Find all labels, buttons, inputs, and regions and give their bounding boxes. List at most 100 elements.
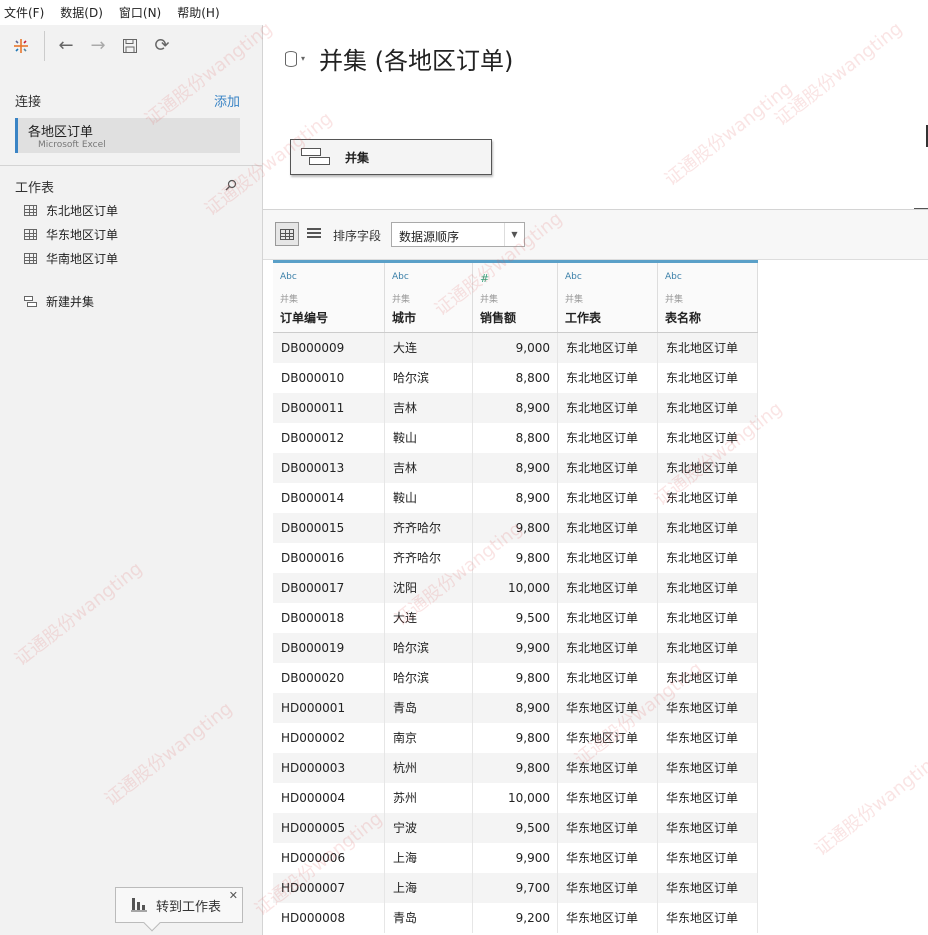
field-type-icon[interactable]: Abc bbox=[392, 272, 472, 284]
field-type-icon[interactable]: Abc bbox=[665, 272, 757, 284]
table-cell: 8,900 bbox=[473, 453, 558, 483]
table-cell: 华东地区订单 bbox=[658, 813, 758, 843]
column-header[interactable]: Abc 并集表名称 bbox=[658, 263, 758, 332]
table-row: HD000002 南京 9,800 华东地区订单 华东地区订单 bbox=[273, 723, 758, 753]
table-cell: 东北地区订单 bbox=[558, 453, 658, 483]
table-cell: 齐齐哈尔 bbox=[385, 513, 473, 543]
bar-chart-icon bbox=[130, 895, 148, 916]
sheet-item-northeast[interactable]: 东北地区订单 bbox=[24, 202, 118, 219]
datasource-title[interactable]: 并集 (各地区订单) bbox=[319, 41, 513, 76]
table-cell: 东北地区订单 bbox=[658, 483, 758, 513]
column-header[interactable]: # 并集销售额 bbox=[473, 263, 558, 332]
table-cell: 8,900 bbox=[473, 693, 558, 723]
field-name[interactable]: 订单编号 bbox=[280, 309, 384, 326]
table-cell: 9,800 bbox=[473, 513, 558, 543]
column-header[interactable]: Abc 并集城市 bbox=[385, 263, 473, 332]
field-name[interactable]: 销售额 bbox=[480, 309, 557, 326]
table-cell: 华东地区订单 bbox=[658, 903, 758, 933]
field-source: 并集 bbox=[480, 295, 499, 305]
table-cell: 东北地区订单 bbox=[558, 573, 658, 603]
sheet-grid-icon bbox=[24, 205, 37, 216]
grid-view-toggle[interactable] bbox=[275, 222, 299, 246]
sheet-label: 东北地区订单 bbox=[46, 204, 119, 218]
connections-label: 连接 bbox=[15, 95, 42, 110]
sidebar-divider bbox=[0, 165, 262, 166]
table-cell: 9,800 bbox=[473, 543, 558, 573]
field-name[interactable]: 城市 bbox=[392, 309, 472, 326]
go-to-worksheet-button[interactable]: 转到工作表 ✕ bbox=[115, 887, 243, 932]
table-cell: DB000010 bbox=[273, 363, 385, 393]
table-cell: HD000005 bbox=[273, 813, 385, 843]
new-union-item[interactable]: 新建并集 bbox=[24, 293, 94, 310]
sheet-label: 华东地区订单 bbox=[46, 228, 119, 242]
table-cell: 华东地区订单 bbox=[558, 723, 658, 753]
column-header[interactable]: Abc 并集 工作表 bbox=[558, 263, 658, 332]
table-cell: 东北地区订单 bbox=[558, 483, 658, 513]
add-connection-link[interactable]: 添加 bbox=[214, 91, 240, 110]
table-cell: 8,800 bbox=[473, 363, 558, 393]
table-cell: 鞍山 bbox=[385, 483, 473, 513]
sheet-item-east[interactable]: 华东地区订单 bbox=[24, 226, 118, 243]
field-type-icon[interactable]: Abc bbox=[565, 272, 657, 284]
table-cell: 东北地区订单 bbox=[558, 423, 658, 453]
table-cell: 青岛 bbox=[385, 693, 473, 723]
table-cell: 东北地区订单 bbox=[658, 543, 758, 573]
field-name[interactable]: 工作表 bbox=[565, 309, 657, 326]
chevron-down-icon[interactable]: ▼ bbox=[504, 223, 524, 246]
table-cell: 9,000 bbox=[473, 333, 558, 363]
table-cell: 东北地区订单 bbox=[658, 663, 758, 693]
table-cell: 9,500 bbox=[473, 603, 558, 633]
field-source: 并集 bbox=[392, 295, 411, 305]
refresh-icon[interactable]: ⟳ bbox=[151, 35, 173, 57]
column-header[interactable]: Abc 并集 订单编号 bbox=[273, 263, 385, 332]
chevron-down-icon[interactable]: ▾ bbox=[301, 54, 305, 63]
menu-window[interactable]: 窗口(N) bbox=[119, 4, 161, 21]
connection-item[interactable]: 各地区订单 Microsoft Excel bbox=[15, 118, 240, 153]
table-cell: 华东地区订单 bbox=[558, 903, 658, 933]
table-cell: 华东地区订单 bbox=[658, 753, 758, 783]
forward-arrow-icon[interactable]: → bbox=[87, 35, 109, 57]
sort-fields-value: 数据源顺序 bbox=[399, 230, 460, 244]
menu-data[interactable]: 数据(D) bbox=[60, 4, 103, 21]
table-cell: DB000016 bbox=[273, 543, 385, 573]
sort-fields-select[interactable]: 数据源顺序 ▼ bbox=[391, 222, 525, 247]
table-cell: DB000013 bbox=[273, 453, 385, 483]
table-cell: 哈尔滨 bbox=[385, 663, 473, 693]
table-row: HD000007 上海 9,700 华东地区订单 华东地区订单 bbox=[273, 873, 758, 903]
table-cell: 东北地区订单 bbox=[658, 513, 758, 543]
grid-view-icon bbox=[280, 228, 294, 240]
menu-file[interactable]: 文件(F) bbox=[4, 4, 44, 21]
search-icon[interactable] bbox=[225, 179, 237, 194]
table-cell: 9,800 bbox=[473, 663, 558, 693]
data-pane-sidebar: ← → ⟳ 连接 添加 各地区订单 Microsoft Excel 工作表 东北… bbox=[0, 25, 263, 935]
connections-header: 连接 添加 bbox=[15, 91, 240, 110]
field-type-icon[interactable]: Abc bbox=[280, 272, 384, 284]
back-arrow-icon[interactable]: ← bbox=[55, 35, 77, 57]
table-cell: 南京 bbox=[385, 723, 473, 753]
table-row: DB000009 大连 9,000 东北地区订单 东北地区订单 bbox=[273, 333, 758, 363]
tableau-logo-icon[interactable] bbox=[10, 35, 32, 57]
table-cell: HD000004 bbox=[273, 783, 385, 813]
new-union-label: 新建并集 bbox=[46, 295, 95, 309]
field-type-icon[interactable]: # bbox=[480, 272, 557, 285]
sheet-grid-icon bbox=[24, 253, 37, 264]
connection-type: Microsoft Excel bbox=[38, 140, 106, 150]
field-source: 并集 bbox=[665, 295, 684, 305]
union-table-node[interactable]: 并集 bbox=[290, 139, 492, 175]
close-icon[interactable]: ✕ bbox=[229, 889, 238, 902]
go-to-worksheet-label: 转到工作表 bbox=[156, 899, 222, 915]
table-cell: 东北地区订单 bbox=[558, 543, 658, 573]
table-cell: 东北地区订单 bbox=[558, 363, 658, 393]
table-cell: 鞍山 bbox=[385, 423, 473, 453]
list-view-icon[interactable] bbox=[307, 228, 321, 240]
field-name[interactable]: 表名称 bbox=[665, 309, 757, 326]
table-cell: 大连 bbox=[385, 603, 473, 633]
menu-help[interactable]: 帮助(H) bbox=[177, 4, 219, 21]
table-row: HD000005 宁波 9,500 华东地区订单 华东地区订单 bbox=[273, 813, 758, 843]
table-cell: DB000015 bbox=[273, 513, 385, 543]
sheet-item-south[interactable]: 华南地区订单 bbox=[24, 250, 118, 267]
database-icon[interactable] bbox=[285, 50, 297, 67]
table-row: DB000020 哈尔滨 9,800 东北地区订单 东北地区订单 bbox=[273, 663, 758, 693]
table-row: HD000006 上海 9,900 华东地区订单 华东地区订单 bbox=[273, 843, 758, 873]
save-icon[interactable] bbox=[119, 35, 141, 57]
